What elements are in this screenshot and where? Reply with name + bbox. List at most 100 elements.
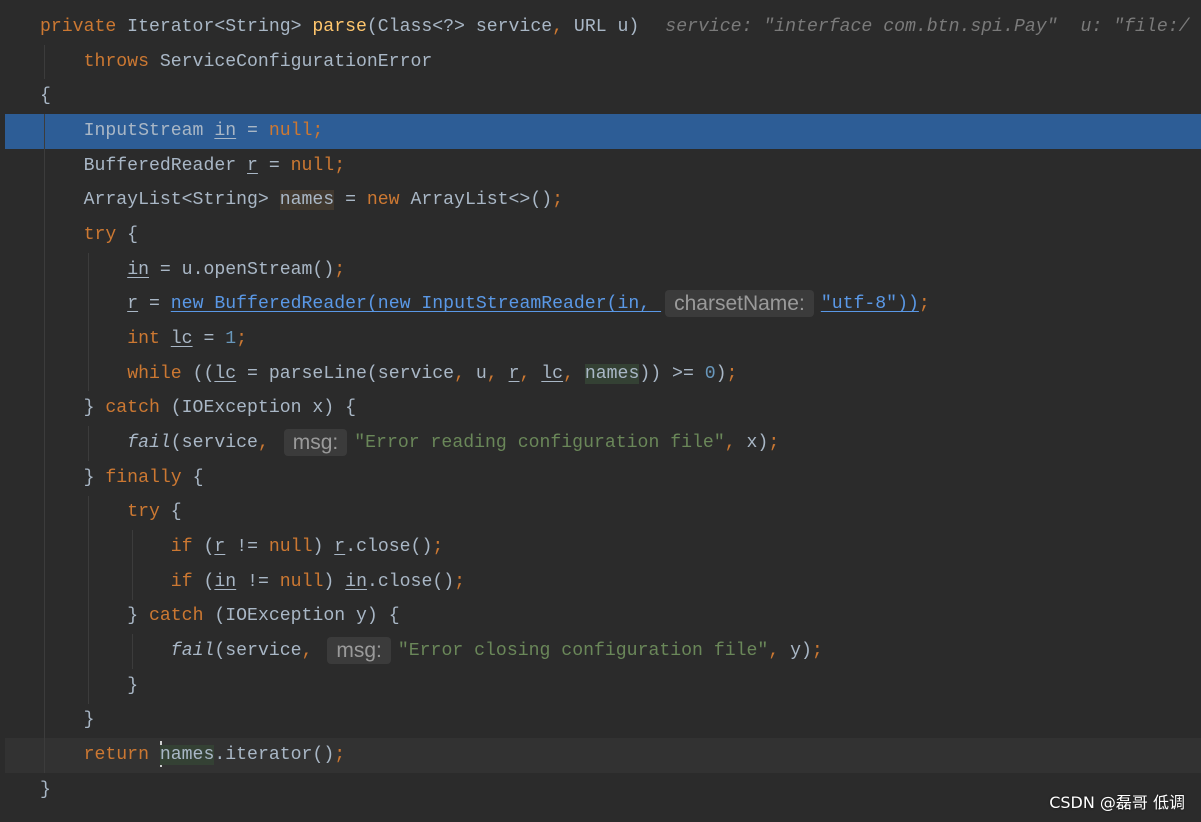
param-hint-msg: msg: <box>283 428 348 456</box>
code-line-16[interactable]: if (r != null) r.close(); <box>0 530 1201 565</box>
code-text: ( <box>192 537 215 558</box>
code-text: = u.openStream() <box>148 259 335 280</box>
code-text: = <box>334 190 367 211</box>
code-text: { <box>40 86 51 107</box>
code-line-5[interactable]: BufferedReader r = null; <box>0 149 1201 184</box>
punctuation: ; <box>312 121 324 142</box>
local-variable: in <box>127 259 149 280</box>
linked-expression[interactable]: "utf-8")) <box>821 294 919 314</box>
code-text: ServiceConfigurationError <box>148 51 433 72</box>
code-text: URL u) <box>573 17 640 37</box>
code-text: (IOException x) { <box>159 398 356 419</box>
keyword: if <box>170 571 193 592</box>
local-variable: lc <box>541 363 564 384</box>
code-text: ) <box>715 363 727 384</box>
local-variable: r <box>334 537 346 558</box>
punctuation: , <box>768 641 791 662</box>
code-text: != <box>236 571 280 592</box>
code-line-18[interactable]: } catch (IOException y) { <box>0 599 1201 634</box>
number-literal: 1 <box>225 329 237 350</box>
local-variable: in <box>214 571 237 592</box>
keyword: private <box>40 17 117 37</box>
code-line-12[interactable]: } catch (IOException x) { <box>0 391 1201 426</box>
punctuation: ; <box>811 641 823 662</box>
code-text: BufferedReader <box>83 155 248 176</box>
local-variable: r <box>127 294 139 315</box>
code-line-10[interactable]: int lc = 1; <box>0 322 1201 357</box>
code-text: )) >= <box>639 363 705 384</box>
code-text: .close() <box>366 571 455 592</box>
code-text: ArrayList<>() <box>399 190 553 211</box>
code-text: .iterator() <box>214 745 335 766</box>
code-text: ) <box>312 537 335 558</box>
code-line-2[interactable]: throws ServiceConfigurationError <box>0 45 1201 80</box>
punctuation: , <box>257 433 280 454</box>
keyword: new <box>366 190 400 211</box>
code-line-13[interactable]: fail(service, msg: "Error reading configu… <box>0 426 1201 461</box>
param-hint-charset-name: charsetName: <box>665 290 814 318</box>
code-line-15[interactable]: try { <box>0 495 1201 530</box>
punctuation: , <box>563 363 585 384</box>
highlighted-usage-names: names <box>159 745 215 766</box>
code-line-3[interactable]: { <box>0 79 1201 114</box>
code-line-14[interactable]: } finally { <box>0 461 1201 496</box>
keyword: try <box>83 225 117 246</box>
keyword: null <box>268 121 313 142</box>
inline-debug-value-u[interactable]: u: "file:/ <box>1081 17 1190 37</box>
code-line-7[interactable]: try { <box>0 218 1201 253</box>
code-line-17[interactable]: if (in != null) in.close(); <box>0 565 1201 600</box>
string-literal: "Error reading configuration file" <box>354 433 725 454</box>
local-variable: r <box>508 363 520 384</box>
keyword: return <box>83 745 160 766</box>
code-line-6[interactable]: ArrayList<String> names = new ArrayList<… <box>0 183 1201 218</box>
punctuation: , <box>454 363 476 384</box>
code-text: } <box>127 675 139 696</box>
punctuation: , <box>301 641 324 662</box>
code-text: ArrayList<String> <box>83 190 280 211</box>
watermark: CSDN @磊哥 低调 <box>1049 793 1185 812</box>
keyword: null <box>279 571 324 592</box>
keyword: null <box>290 155 335 176</box>
code-line-4[interactable]: InputStream in = null; <box>0 114 1201 149</box>
local-variable: r <box>247 155 258 176</box>
code-text: InputStream <box>83 121 215 142</box>
code-line-1[interactable]: private Iterator<String> parse(Class<?> … <box>0 10 1201 45</box>
code-text: = <box>236 121 269 142</box>
code-text: = parseLine(service <box>236 363 455 384</box>
code-line-9[interactable]: r = new BufferedReader(new InputStreamRe… <box>0 287 1201 322</box>
punctuation: ; <box>334 745 346 766</box>
linked-expression[interactable]: new BufferedReader(new InputStreamReader… <box>171 294 661 314</box>
local-variable: in <box>345 571 367 592</box>
keyword: null <box>268 537 313 558</box>
local-variable: r <box>214 537 226 558</box>
code-line-23[interactable]: } <box>0 773 1201 808</box>
code-text: } <box>83 467 106 488</box>
code-text: (IOException y) { <box>203 606 400 627</box>
code-line-11[interactable]: while ((lc = parseLine(service, u, r, lc… <box>0 357 1201 392</box>
code-text: { <box>116 225 139 246</box>
keyword: if <box>170 537 193 558</box>
code-line-19[interactable]: fail(service, msg: "Error closing configu… <box>0 634 1201 669</box>
keyword: int <box>127 329 171 350</box>
code-line-20[interactable]: } <box>0 669 1201 704</box>
code-editor[interactable]: private Iterator<String> parse(Class<?> … <box>0 10 1201 822</box>
code-text: ( <box>192 571 215 592</box>
inline-debug-value-service[interactable]: service: "interface com.btn.spi.Pay" <box>665 17 1057 37</box>
local-variable: lc <box>170 329 193 350</box>
code-text: Iterator<String> <box>116 17 313 37</box>
code-text: != <box>225 537 269 558</box>
keyword: while <box>127 363 182 384</box>
punctuation: ; <box>432 537 444 558</box>
punctuation: ; <box>726 363 738 384</box>
code-text: } <box>40 779 51 800</box>
code-line-22[interactable]: return names.iterator(); <box>0 738 1201 773</box>
code-line-21[interactable]: } <box>0 703 1201 738</box>
highlighted-usage-names: names <box>279 190 335 211</box>
code-text: = <box>138 294 171 315</box>
code-line-8[interactable]: in = u.openStream(); <box>0 253 1201 288</box>
keyword: finally <box>105 467 182 488</box>
punctuation: ; <box>918 294 930 315</box>
code-text: } <box>83 398 106 419</box>
keyword: catch <box>148 606 204 627</box>
keyword: try <box>127 502 160 523</box>
